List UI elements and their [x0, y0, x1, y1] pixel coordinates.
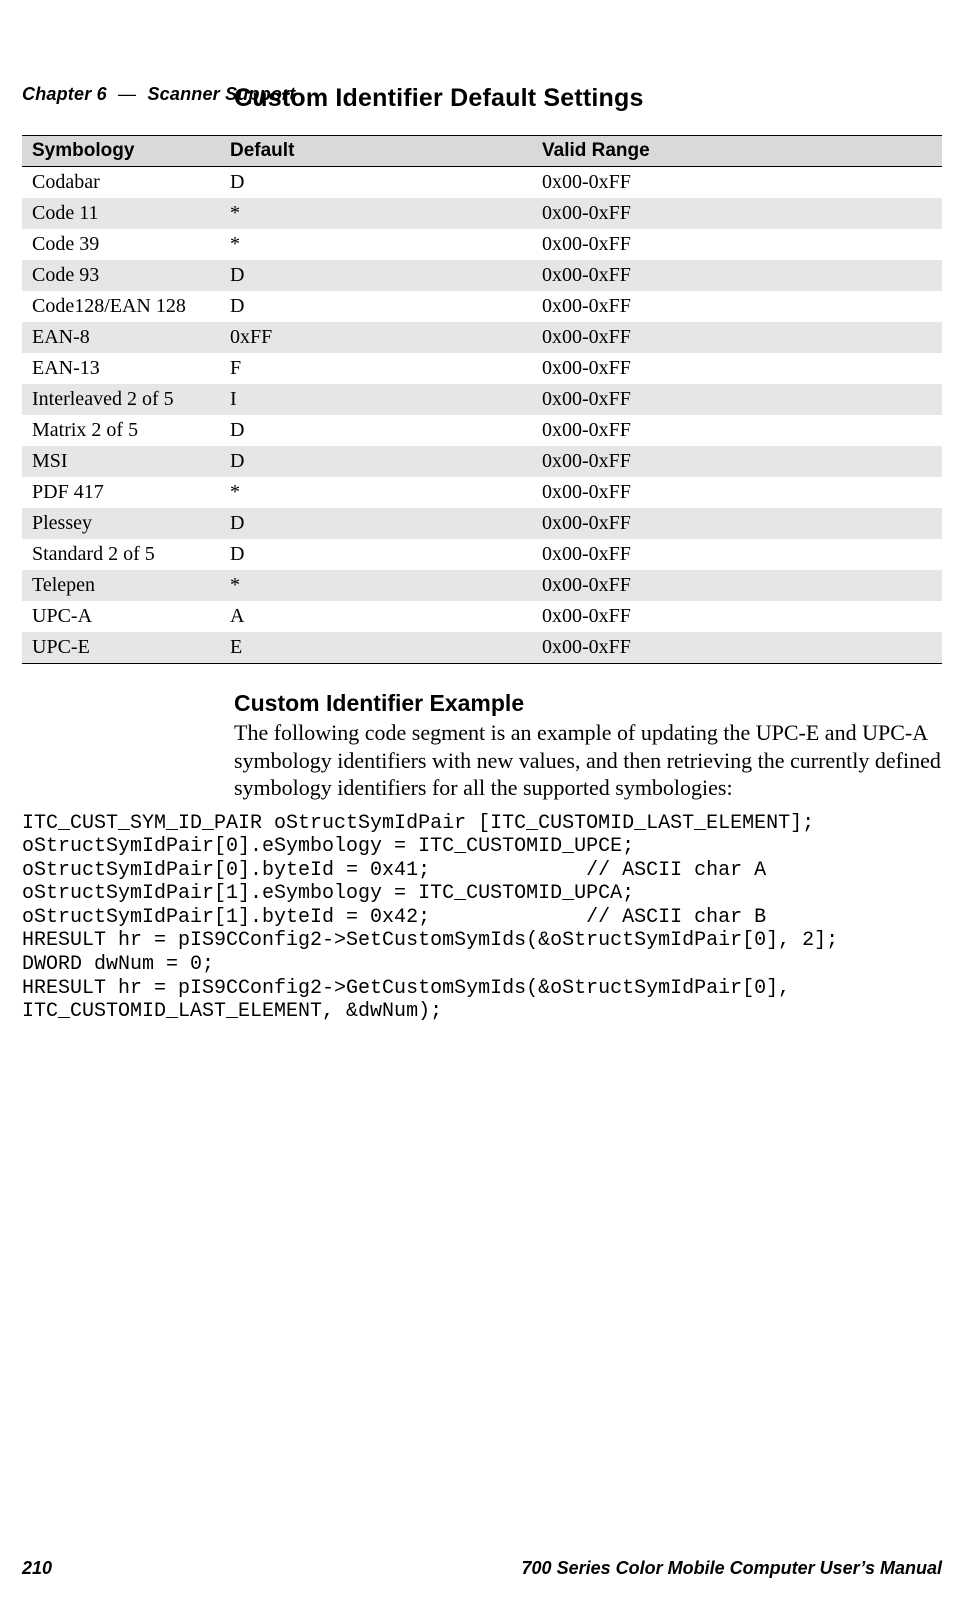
table-row: Matrix 2 of 5D0x00-0xFF — [22, 415, 942, 446]
cell-sym: UPC-E — [22, 632, 220, 664]
cell-range: 0x00-0xFF — [532, 446, 942, 477]
manual-title: 700 Series Color Mobile Computer User’s … — [522, 1558, 942, 1579]
cell-def: I — [220, 384, 532, 415]
cell-sym: Code 39 — [22, 229, 220, 260]
cell-def: D — [220, 167, 532, 199]
page-number: 210 — [22, 1558, 52, 1579]
cell-sym: Telepen — [22, 570, 220, 601]
table-row: Standard 2 of 5D0x00-0xFF — [22, 539, 942, 570]
cell-sym: Plessey — [22, 508, 220, 539]
table-row: UPC-EE0x00-0xFF — [22, 632, 942, 664]
code-block: ITC_CUST_SYM_ID_PAIR oStructSymIdPair [I… — [22, 812, 942, 1024]
col-valid-range: Valid Range — [532, 136, 942, 167]
cell-range: 0x00-0xFF — [532, 415, 942, 446]
cell-range: 0x00-0xFF — [532, 632, 942, 664]
cell-sym: Codabar — [22, 167, 220, 199]
table-row: Code 11*0x00-0xFF — [22, 198, 942, 229]
cell-sym: PDF 417 — [22, 477, 220, 508]
cell-def: D — [220, 446, 532, 477]
table-row: MSID0x00-0xFF — [22, 446, 942, 477]
cell-sym: Code 93 — [22, 260, 220, 291]
table-row: Code 39*0x00-0xFF — [22, 229, 942, 260]
table-row: CodabarD0x00-0xFF — [22, 167, 942, 199]
cell-range: 0x00-0xFF — [532, 353, 942, 384]
table-row: Interleaved 2 of 5I0x00-0xFF — [22, 384, 942, 415]
cell-range: 0x00-0xFF — [532, 167, 942, 199]
cell-sym: MSI — [22, 446, 220, 477]
cell-range: 0x00-0xFF — [532, 508, 942, 539]
cell-def: * — [220, 570, 532, 601]
table-row: Code128/EAN 128D0x00-0xFF — [22, 291, 942, 322]
section-label: Scanner Support — [147, 84, 295, 104]
cell-range: 0x00-0xFF — [532, 291, 942, 322]
cell-range: 0x00-0xFF — [532, 539, 942, 570]
cell-def: * — [220, 198, 532, 229]
cell-sym: Interleaved 2 of 5 — [22, 384, 220, 415]
col-symbology: Symbology — [22, 136, 220, 167]
cell-range: 0x00-0xFF — [532, 601, 942, 632]
cell-def: D — [220, 508, 532, 539]
cell-def: D — [220, 260, 532, 291]
table-row: PlesseyD0x00-0xFF — [22, 508, 942, 539]
cell-def: * — [220, 229, 532, 260]
col-default: Default — [220, 136, 532, 167]
table-row: EAN-80xFF0x00-0xFF — [22, 322, 942, 353]
table-row: Telepen*0x00-0xFF — [22, 570, 942, 601]
table-row: UPC-AA0x00-0xFF — [22, 601, 942, 632]
chapter-label: Chapter 6 — [22, 84, 107, 104]
cell-sym: EAN-8 — [22, 322, 220, 353]
cell-sym: Matrix 2 of 5 — [22, 415, 220, 446]
cell-def: D — [220, 415, 532, 446]
symbology-table: Symbology Default Valid Range CodabarD0x… — [22, 135, 942, 664]
cell-def: A — [220, 601, 532, 632]
heading-default-settings: Custom Identifier Default Settings — [234, 84, 942, 113]
cell-def: D — [220, 291, 532, 322]
cell-range: 0x00-0xFF — [532, 384, 942, 415]
table-row: Code 93D0x00-0xFF — [22, 260, 942, 291]
cell-range: 0x00-0xFF — [532, 229, 942, 260]
cell-sym: EAN-13 — [22, 353, 220, 384]
cell-def: E — [220, 632, 532, 664]
running-header: Chapter 6 — Scanner Support — [22, 84, 295, 105]
cell-range: 0x00-0xFF — [532, 260, 942, 291]
heading-example: Custom Identifier Example — [234, 690, 942, 717]
header-dash: — — [112, 84, 142, 104]
table-row: PDF 417*0x00-0xFF — [22, 477, 942, 508]
cell-def: F — [220, 353, 532, 384]
table-row: EAN-13F0x00-0xFF — [22, 353, 942, 384]
page-footer: 210 700 Series Color Mobile Computer Use… — [22, 1558, 942, 1579]
cell-sym: Standard 2 of 5 — [22, 539, 220, 570]
cell-range: 0x00-0xFF — [532, 570, 942, 601]
cell-def: 0xFF — [220, 322, 532, 353]
table-header-row: Symbology Default Valid Range — [22, 136, 942, 167]
cell-range: 0x00-0xFF — [532, 198, 942, 229]
cell-sym: Code 11 — [22, 198, 220, 229]
cell-def: D — [220, 539, 532, 570]
cell-def: * — [220, 477, 532, 508]
example-paragraph: The following code segment is an example… — [234, 719, 942, 802]
cell-range: 0x00-0xFF — [532, 322, 942, 353]
cell-sym: UPC-A — [22, 601, 220, 632]
cell-range: 0x00-0xFF — [532, 477, 942, 508]
page: Chapter 6 — Scanner Support Custom Ident… — [0, 84, 976, 1603]
cell-sym: Code128/EAN 128 — [22, 291, 220, 322]
